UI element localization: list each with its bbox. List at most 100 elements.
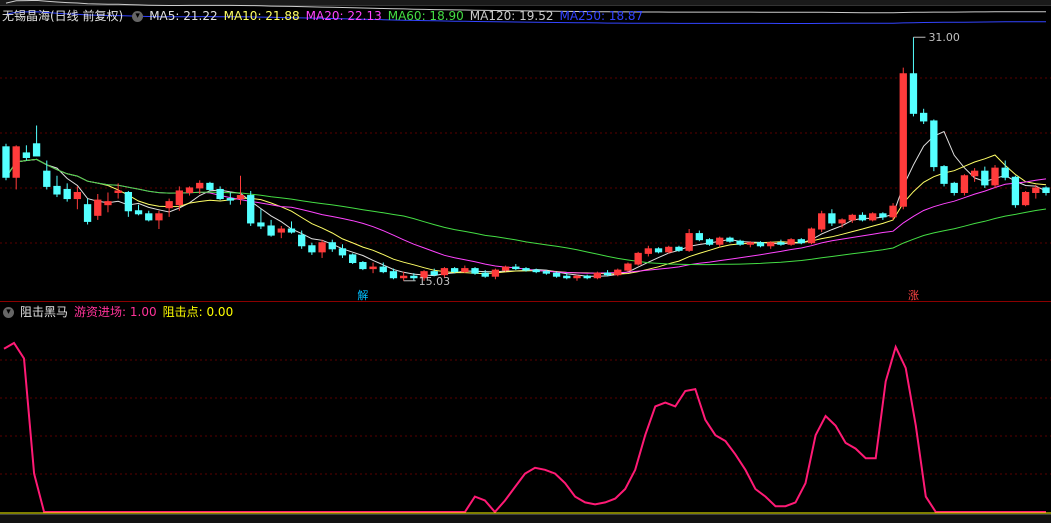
candle-body <box>359 262 367 270</box>
candle-body <box>318 242 326 253</box>
candle-body <box>695 233 703 241</box>
collapse-toggle-icon[interactable]: ▾ <box>132 11 144 22</box>
candle-body <box>726 237 734 242</box>
panel-separator[interactable] <box>0 301 1051 302</box>
candle-body <box>145 213 153 221</box>
candle-body <box>63 188 71 200</box>
candle-body <box>43 170 51 187</box>
candle-body <box>196 182 204 189</box>
candle-body <box>2 146 10 178</box>
indicator-line <box>3 341 1046 514</box>
candle-body <box>338 248 347 256</box>
candle-body <box>481 272 489 277</box>
candle-body <box>12 146 20 178</box>
candle-body <box>522 268 530 271</box>
candle-body <box>583 275 591 279</box>
candle-body <box>828 213 836 224</box>
candle-body <box>797 239 805 244</box>
low-label: 15.03 <box>419 275 451 288</box>
candle-body <box>1001 167 1009 178</box>
candle-body <box>73 191 82 200</box>
candle-body <box>226 198 234 201</box>
candle-body <box>634 252 642 265</box>
candle-body <box>654 248 663 253</box>
candle-body <box>950 182 958 193</box>
candle-body <box>838 219 846 224</box>
indicator-header: ▾ 阻击黑马 游资进场: 1.00 阻击点: 0.00 <box>0 303 245 321</box>
candle-body <box>909 73 918 114</box>
indicator-title[interactable]: 阻击黑马 <box>20 305 68 319</box>
candle-body <box>869 213 877 221</box>
indicator-name: 游资进场 <box>74 305 123 319</box>
candle-body <box>94 199 102 216</box>
candle-body <box>389 271 398 279</box>
candle-body <box>675 246 683 251</box>
candle-body <box>777 242 785 245</box>
candle-body <box>277 228 285 233</box>
candle-body <box>756 242 765 247</box>
candle-body <box>858 214 867 221</box>
ma-value: : 18.87 <box>600 9 644 23</box>
candle-body <box>818 213 826 230</box>
candle-body <box>32 143 41 157</box>
ma-legend-ma250: MA250: 18.87 <box>559 9 643 23</box>
candle-body <box>134 210 143 215</box>
candle-body <box>501 266 510 271</box>
candle-body <box>22 152 31 158</box>
indicator-legend-item: 阻击点: 0.00 <box>163 305 234 319</box>
candle-body <box>705 239 714 245</box>
candle-body <box>298 234 306 247</box>
candle-body <box>53 185 61 195</box>
candle-body <box>787 239 795 245</box>
candle-body <box>124 191 133 212</box>
ma-legend: MA5: 21.22 MA10: 21.88 MA20: 22.13 MA60: 18… <box>149 9 649 23</box>
candle-body <box>349 254 357 264</box>
candle-body <box>155 213 163 221</box>
ma-name: MA120 <box>469 9 512 23</box>
candle-body <box>665 246 673 253</box>
candle-body <box>440 268 449 276</box>
candle-body <box>716 237 724 245</box>
candle-body <box>685 233 693 251</box>
indicator-value: : 0.00 <box>198 305 234 319</box>
candle-body <box>175 190 183 206</box>
candle-body <box>308 245 316 253</box>
candle-body <box>410 275 418 279</box>
high-label: 31.00 <box>928 31 960 44</box>
candle-body <box>369 266 377 270</box>
candle-body <box>930 120 938 168</box>
candle-body <box>552 272 561 277</box>
candle-body <box>267 225 275 236</box>
candle-body <box>114 190 122 193</box>
candle-body <box>746 242 754 245</box>
candle-body <box>491 269 500 277</box>
candle-body <box>165 201 173 209</box>
indicator-value: : 1.00 <box>122 305 157 319</box>
ma-value: : 19.52 <box>511 9 554 23</box>
candle-body <box>563 275 571 279</box>
main-chart-header: 无锡晶海(日线 前复权) ▾ MA5: 21.22 MA10: 21.88 MA20: … <box>0 7 655 25</box>
collapse-toggle-icon[interactable]: ▾ <box>3 307 14 318</box>
candle-body <box>512 266 520 270</box>
candle-body <box>1042 187 1050 193</box>
stock-title[interactable]: 无锡晶海(日线 前复权) <box>2 9 123 23</box>
ma-name: MA60 <box>387 9 422 23</box>
candle-body <box>960 175 969 193</box>
candle-body <box>624 263 632 271</box>
candle-body <box>216 188 224 200</box>
candle-body <box>257 222 265 227</box>
candle-body <box>593 272 602 279</box>
signal-marker-jie: 解 <box>357 288 368 302</box>
candle-body <box>644 248 653 254</box>
candle-body <box>247 195 255 224</box>
candle-body <box>1011 176 1020 206</box>
candle-body <box>83 204 92 222</box>
indicator-legend: 游资进场: 1.00 阻击点: 0.00 <box>74 305 239 319</box>
candle-body <box>185 187 194 193</box>
candle-body <box>603 272 612 276</box>
candle-body <box>767 242 775 247</box>
indicator-legend-item: 游资进场: 1.00 <box>74 305 157 319</box>
ma-legend-ma60: MA60: 18.90 <box>388 9 464 23</box>
candle-body <box>614 269 622 276</box>
candle-body <box>889 205 897 218</box>
